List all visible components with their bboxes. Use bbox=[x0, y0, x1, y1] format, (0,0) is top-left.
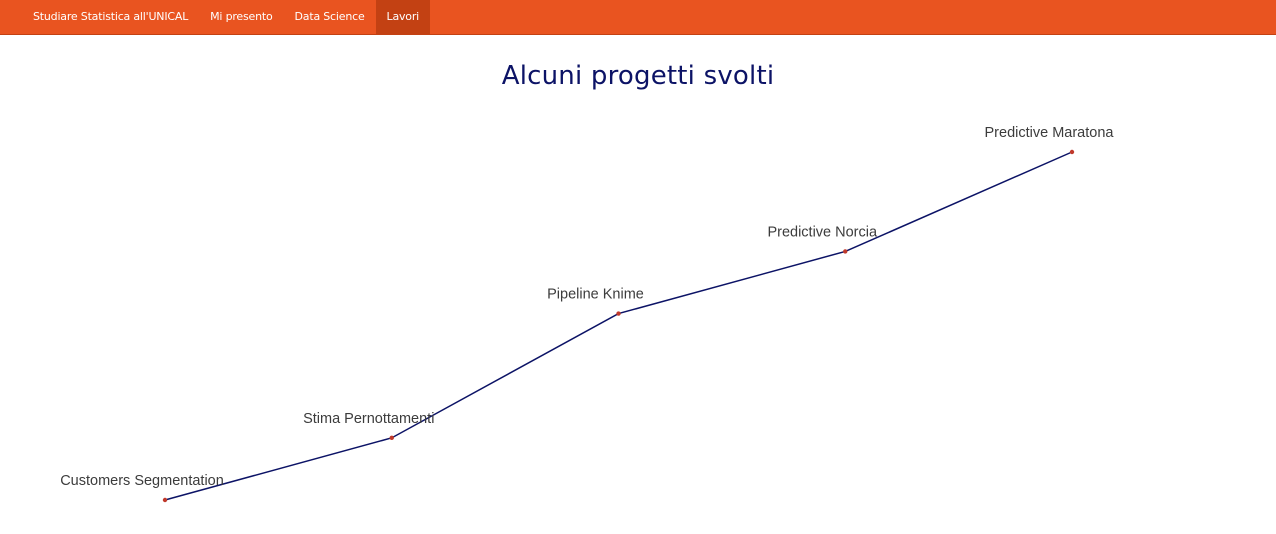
timeline-point[interactable] bbox=[843, 249, 848, 254]
timeline-point[interactable] bbox=[616, 311, 621, 316]
timeline-point[interactable] bbox=[389, 435, 394, 441]
timeline-line bbox=[164, 151, 1073, 501]
labels-layer: Customers Segmentation Stima Pernottament… bbox=[60, 125, 1114, 489]
timeline-point-label: Predictive Norcia bbox=[767, 224, 878, 240]
timeline-point-label: Predictive Maratona bbox=[985, 125, 1115, 141]
timeline-point[interactable] bbox=[1069, 149, 1075, 155]
points-layer bbox=[162, 149, 1075, 503]
timeline-point[interactable] bbox=[162, 497, 168, 503]
timeline-point-label: Pipeline Knime bbox=[547, 287, 644, 303]
timeline-point-label: Stima Pernottamenti bbox=[303, 411, 434, 427]
projects-timeline-chart: Customers Segmentation Stima Pernottament… bbox=[60, 125, 1114, 503]
timeline-point-label: Customers Segmentation bbox=[60, 473, 224, 489]
